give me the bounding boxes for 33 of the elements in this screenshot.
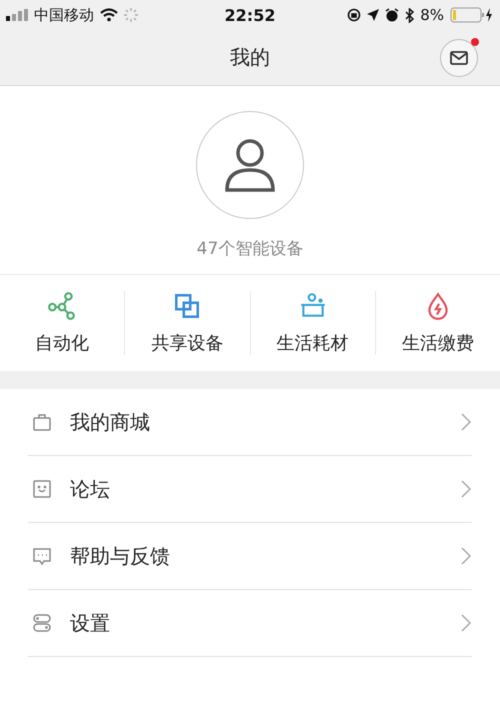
menu-item[interactable]: 我的商城 — [28, 389, 472, 456]
chat-icon — [32, 546, 52, 566]
menu-item[interactable]: 帮助与反馈 — [28, 523, 472, 590]
battery-percent: 8% — [420, 6, 444, 24]
shortcut-button[interactable]: 生活缴费 — [374, 291, 500, 355]
shortcut-button[interactable]: 生活耗材 — [250, 291, 375, 355]
page-title: 我的 — [230, 44, 270, 71]
avatar[interactable] — [196, 111, 304, 219]
chevron-icon — [460, 479, 472, 499]
toggles-icon — [32, 613, 52, 633]
alarm-icon — [385, 8, 400, 22]
bluetooth-icon — [405, 8, 414, 22]
mail-icon — [450, 51, 468, 65]
shortcut-button[interactable]: 共享设备 — [124, 291, 250, 355]
nodes-icon — [47, 291, 78, 321]
location-icon — [367, 9, 380, 21]
wifi-icon — [100, 8, 118, 22]
bag-icon — [32, 412, 52, 432]
signal-icon — [6, 9, 28, 21]
loading-icon — [124, 8, 138, 22]
carrier-name: 中国移动 — [34, 6, 94, 24]
device-count: 47个智能设备 — [196, 238, 304, 260]
menu-item[interactable]: 设置 — [28, 590, 472, 657]
chevron-icon — [460, 412, 472, 432]
menu-item[interactable]: 论坛 — [28, 456, 472, 523]
chevron-icon — [460, 613, 472, 633]
mail-button[interactable] — [440, 39, 478, 77]
chevron-icon — [460, 546, 472, 566]
battery-icon — [450, 7, 494, 23]
shortcut-button[interactable]: 自动化 — [0, 291, 124, 355]
rotation-lock-icon — [347, 8, 362, 22]
clock-time: 22:52 — [224, 6, 276, 24]
smiley-icon — [32, 479, 52, 499]
